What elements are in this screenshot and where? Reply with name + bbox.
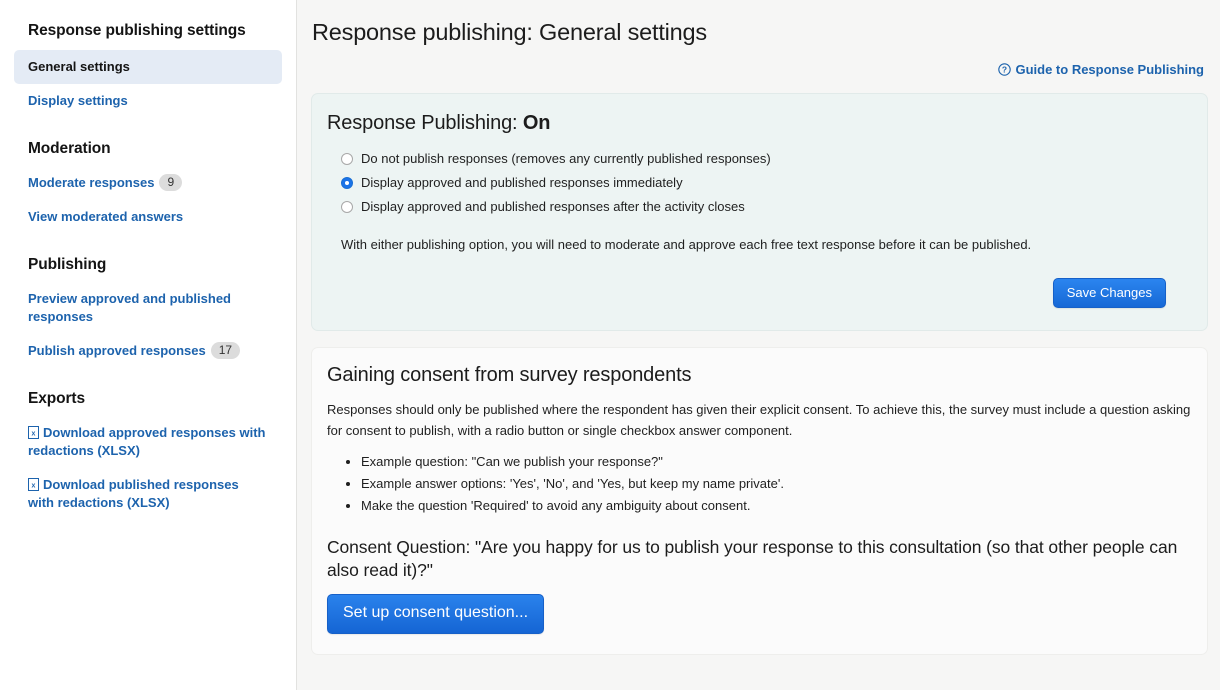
set-up-consent-question-button[interactable]: Set up consent question... bbox=[327, 594, 545, 634]
question-circle-icon: ? bbox=[998, 63, 1012, 76]
sidebar-item-label: Preview approved and published responses bbox=[28, 291, 231, 324]
sidebar-item-general-settings[interactable]: General settings bbox=[14, 50, 282, 84]
radio-indicator[interactable] bbox=[341, 177, 353, 189]
sidebar-item-label: Publish approved responses bbox=[28, 343, 206, 358]
svg-text:x: x bbox=[32, 483, 36, 490]
radio-option-display-immediately[interactable]: Display approved and published responses… bbox=[327, 175, 1191, 191]
sidebar-item-download-published-xlsx[interactable]: x Download published responses with reda… bbox=[14, 468, 282, 520]
gaining-consent-intro: Responses should only be published where… bbox=[327, 402, 1191, 438]
svg-text:x: x bbox=[32, 431, 36, 438]
response-publishing-card: Response Publishing: On Do not publish r… bbox=[311, 93, 1208, 331]
sidebar-item-label: Download approved responses with redacti… bbox=[28, 425, 266, 458]
consent-question-text: Consent Question: "Are you happy for us … bbox=[327, 537, 1178, 580]
list-item: Make the question 'Required' to avoid an… bbox=[361, 495, 1191, 517]
main-content: Response publishing: General settings ? … bbox=[297, 0, 1220, 690]
radio-option-do-not-publish[interactable]: Do not publish responses (removes any cu… bbox=[327, 151, 1191, 167]
save-changes-button[interactable]: Save Changes bbox=[1052, 278, 1166, 308]
sidebar-item-view-moderated-answers[interactable]: View moderated answers bbox=[14, 200, 282, 234]
sidebar-item-label: General settings bbox=[28, 59, 130, 74]
response-publishing-state: On bbox=[522, 112, 551, 134]
sidebar-heading-moderation: Moderation bbox=[28, 140, 111, 157]
radio-option-label: Do not publish responses (removes any cu… bbox=[361, 151, 771, 166]
sidebar-item-preview-approved-published[interactable]: Preview approved and published responses bbox=[14, 282, 282, 334]
guide-link-row: ? Guide to Response Publishing bbox=[311, 62, 1208, 77]
radio-option-display-after-close[interactable]: Display approved and published responses… bbox=[327, 199, 1191, 215]
sidebar-heading-publishing: Publishing bbox=[28, 256, 107, 273]
sidebar: Response publishing settings General set… bbox=[0, 0, 297, 690]
response-publishing-heading-prefix: Response Publishing: bbox=[327, 112, 523, 134]
sidebar-item-display-settings[interactable]: Display settings bbox=[14, 84, 282, 118]
xlsx-file-icon: x bbox=[28, 426, 39, 439]
sidebar-heading-exports: Exports bbox=[28, 390, 86, 407]
app-root: Response publishing settings General set… bbox=[0, 0, 1220, 690]
sidebar-item-label: Moderate responses bbox=[28, 175, 155, 190]
list-item: Example answer options: 'Yes', 'No', and… bbox=[361, 473, 1191, 495]
guide-to-response-publishing-link[interactable]: ? Guide to Response Publishing bbox=[998, 62, 1204, 77]
gaining-consent-heading: Gaining consent from survey respondents bbox=[327, 364, 692, 386]
xlsx-file-icon: x bbox=[28, 478, 39, 491]
page-title: Response publishing: General settings bbox=[312, 19, 707, 45]
sidebar-title: Response publishing settings bbox=[28, 22, 246, 39]
guide-link-label: Guide to Response Publishing bbox=[1015, 62, 1204, 77]
sidebar-item-moderate-responses[interactable]: Moderate responses 9 bbox=[14, 166, 282, 200]
list-item: Example question: "Can we publish your r… bbox=[361, 451, 1191, 473]
sidebar-item-label: Download published responses with redact… bbox=[28, 477, 239, 510]
save-button-row: Save Changes bbox=[327, 278, 1191, 308]
sidebar-item-download-approved-xlsx[interactable]: x Download approved responses with redac… bbox=[14, 416, 282, 468]
moderation-note: With either publishing option, you will … bbox=[341, 237, 1032, 252]
svg-text:?: ? bbox=[1002, 65, 1007, 75]
radio-indicator[interactable] bbox=[341, 153, 353, 165]
sidebar-item-label: View moderated answers bbox=[28, 209, 184, 224]
moderate-responses-count-badge: 9 bbox=[159, 174, 183, 191]
radio-indicator[interactable] bbox=[341, 201, 353, 213]
sidebar-item-label: Display settings bbox=[28, 93, 128, 108]
gaining-consent-bullet-list: Example question: "Can we publish your r… bbox=[327, 451, 1191, 517]
radio-option-label: Display approved and published responses… bbox=[361, 199, 745, 214]
radio-option-label: Display approved and published responses… bbox=[361, 175, 683, 190]
gaining-consent-card: Gaining consent from survey respondents … bbox=[311, 347, 1208, 655]
response-publishing-heading: Response Publishing: On bbox=[327, 112, 1191, 135]
publish-approved-count-badge: 17 bbox=[210, 342, 241, 359]
sidebar-item-publish-approved-responses[interactable]: Publish approved responses 17 bbox=[14, 334, 282, 368]
